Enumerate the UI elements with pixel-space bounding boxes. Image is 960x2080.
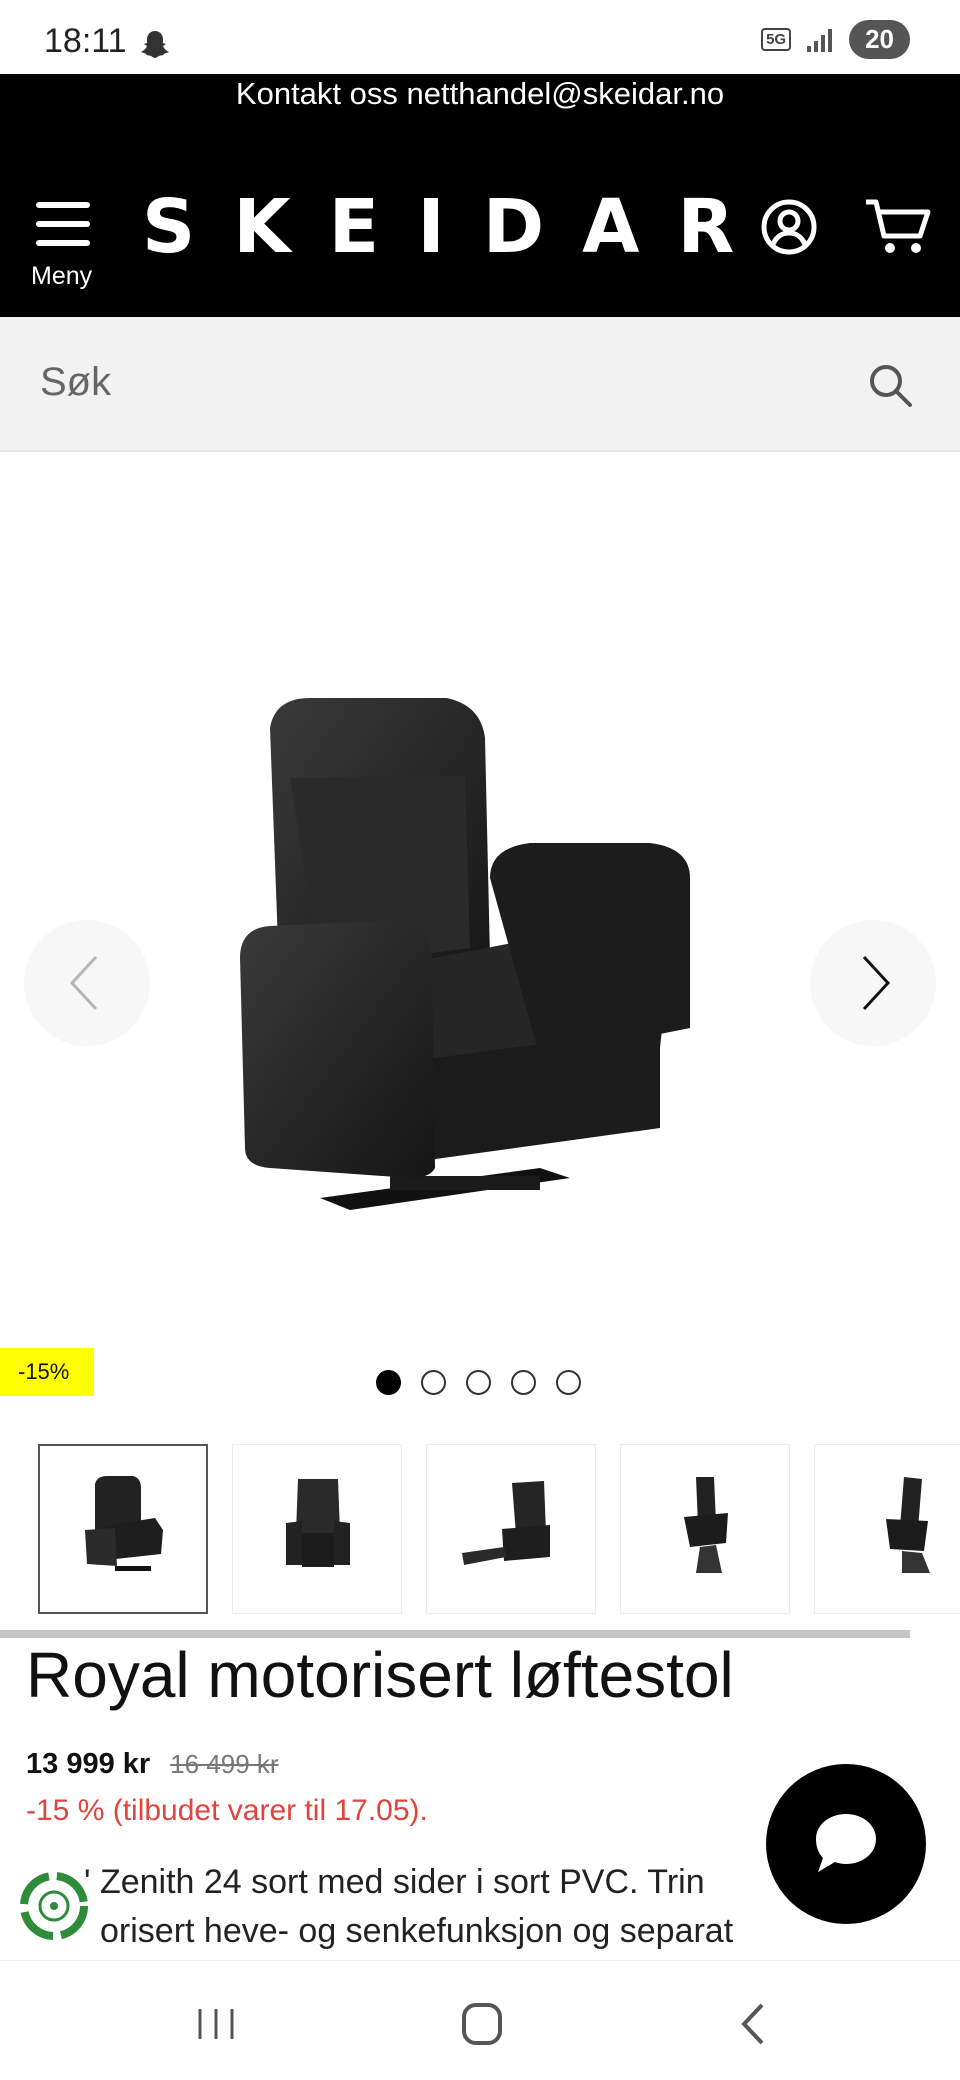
thumbnail-3[interactable] bbox=[426, 1444, 596, 1614]
status-bar: 18:11 5G 20 bbox=[0, 0, 960, 74]
system-nav-bar bbox=[0, 1960, 960, 2080]
current-price: 13 999 kr bbox=[26, 1748, 151, 1780]
thumbnail-1[interactable] bbox=[38, 1444, 208, 1614]
gallery-dot[interactable] bbox=[421, 1370, 446, 1395]
gallery-dot[interactable] bbox=[376, 1370, 401, 1395]
battery-level: 20 bbox=[849, 20, 910, 59]
chat-button[interactable] bbox=[766, 1764, 926, 1924]
network-type: 5G bbox=[761, 28, 792, 51]
discount-text: -15 % (tilbudet varer til 17.05). bbox=[26, 1794, 428, 1827]
site-header: Meny SKEIDAR bbox=[0, 124, 960, 317]
status-indicators: 5G 20 bbox=[761, 20, 910, 59]
chat-bubble-icon bbox=[816, 1814, 876, 1872]
home-icon[interactable] bbox=[452, 1999, 512, 2049]
signal-icon bbox=[807, 28, 833, 52]
contact-bar[interactable]: Kontakt oss netthandel@skeidar.no bbox=[0, 74, 960, 124]
gallery-dot[interactable] bbox=[466, 1370, 491, 1395]
price-row: 13 999 kr 16 499 kr bbox=[26, 1748, 279, 1781]
gallery-dot[interactable] bbox=[511, 1370, 536, 1395]
back-icon[interactable] bbox=[724, 1999, 784, 2049]
search-icon[interactable] bbox=[866, 361, 914, 409]
gallery-dots bbox=[376, 1370, 581, 1395]
status-time: 18:11 bbox=[44, 22, 127, 60]
discount-badge: -15% bbox=[0, 1348, 94, 1396]
user-circle-icon[interactable] bbox=[760, 198, 818, 256]
description-fade bbox=[0, 1948, 960, 1960]
thumbnail-image bbox=[886, 1477, 930, 1573]
search-bar bbox=[0, 317, 960, 452]
snapchat-icon bbox=[141, 31, 169, 58]
product-title: Royal motorisert løftestol bbox=[26, 1639, 734, 1711]
gallery-next-button[interactable] bbox=[810, 920, 936, 1046]
skeidar-logo[interactable]: SKEIDAR bbox=[142, 184, 772, 270]
gallery-dot[interactable] bbox=[556, 1370, 581, 1395]
chevron-right-icon bbox=[862, 955, 891, 1011]
thumbnail-5[interactable] bbox=[814, 1444, 960, 1614]
old-price: 16 499 kr bbox=[170, 1749, 279, 1779]
menu-label: Meny bbox=[31, 262, 93, 290]
recent-apps-icon[interactable] bbox=[186, 1999, 246, 2049]
chevron-left-icon bbox=[69, 955, 98, 1011]
thumbnail-image bbox=[684, 1477, 728, 1573]
thumbnail-2[interactable] bbox=[232, 1444, 402, 1614]
recycle-icon[interactable] bbox=[18, 1870, 90, 1942]
thumbnail-image bbox=[85, 1476, 163, 1571]
thumbnail-4[interactable] bbox=[620, 1444, 790, 1614]
cart-icon[interactable] bbox=[864, 196, 932, 258]
thumbnail-image bbox=[462, 1481, 550, 1565]
product-gallery[interactable] bbox=[0, 468, 960, 1418]
search-input[interactable] bbox=[40, 347, 840, 417]
gallery-prev-button[interactable] bbox=[24, 920, 150, 1046]
hamburger-icon bbox=[36, 202, 90, 250]
contact-text[interactable]: Kontakt oss netthandel@skeidar.no bbox=[236, 76, 724, 111]
thumbnail-scrollbar[interactable] bbox=[0, 1630, 910, 1638]
thumbnail-strip bbox=[38, 1444, 960, 1616]
menu-button[interactable]: Meny bbox=[26, 202, 104, 302]
product-image[interactable] bbox=[240, 698, 720, 1258]
thumbnail-image bbox=[286, 1479, 350, 1567]
